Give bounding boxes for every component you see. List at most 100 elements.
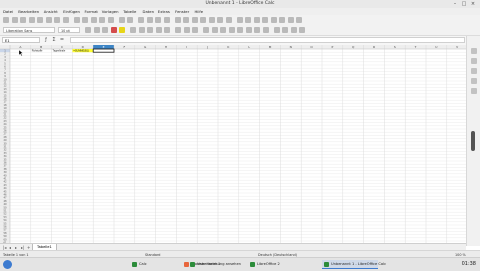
taskbar-item[interactable]: Unbenannt 1	[188, 260, 230, 269]
spreadsheet-grid[interactable]: A B C D E F G H I J K L M N O P Q R S T U V123456789101112131…	[0, 45, 466, 243]
menu-item-tabelle[interactable]: Tabelle	[123, 9, 136, 14]
menu-item-daten[interactable]: Daten	[143, 9, 154, 14]
align-center-icon[interactable]	[138, 27, 145, 33]
underline-icon[interactable]	[102, 27, 108, 33]
open-icon[interactable]	[20, 17, 26, 23]
column-header[interactable]: S	[394, 45, 396, 49]
menu-item-einf-gen[interactable]: Einfügen	[63, 9, 80, 14]
column-header[interactable]: H	[165, 45, 167, 49]
new-icon[interactable]	[3, 17, 9, 23]
print-icon[interactable]	[54, 17, 60, 23]
indent-inc-icon[interactable]	[254, 27, 260, 33]
menu-item-bearbeiten[interactable]: Bearbeiten	[18, 9, 39, 14]
properties-icon[interactable]	[471, 48, 477, 54]
menu-item-fenster[interactable]: Fenster	[175, 9, 189, 14]
column-header[interactable]: T	[414, 45, 417, 49]
delete-decimal-icon[interactable]	[245, 27, 252, 33]
menu-item-extras[interactable]: Extras	[158, 9, 170, 14]
formula-icon[interactable]: =	[59, 37, 65, 43]
find-icon[interactable]	[138, 17, 144, 23]
save-icon[interactable]	[28, 17, 35, 23]
valign-bottom-icon[interactable]	[192, 27, 198, 33]
styles-icon[interactable]	[471, 58, 477, 64]
template-icon[interactable]	[11, 17, 18, 23]
font-size-combo[interactable]: 10 pt	[58, 27, 80, 33]
menu-item-vorlagen[interactable]: Vorlagen	[102, 9, 119, 14]
percent-icon[interactable]	[211, 27, 218, 33]
taskbar-item[interactable]: Unbenannt 1 - LibreOffice Calc	[322, 260, 386, 269]
undo-icon[interactable]	[118, 17, 125, 23]
pdf-icon[interactable]	[45, 17, 52, 23]
define-print-area-icon[interactable]	[270, 17, 277, 23]
column-icon[interactable]	[163, 17, 170, 23]
formula-input[interactable]	[70, 37, 465, 43]
comment-icon[interactable]	[253, 17, 260, 23]
cut-icon[interactable]	[73, 17, 80, 23]
header-footer-icon[interactable]	[262, 17, 268, 23]
column-header[interactable]: R	[373, 45, 375, 49]
function-wizard-icon[interactable]: ƒ	[43, 37, 49, 43]
column-header[interactable]: F	[124, 45, 126, 49]
number-icon[interactable]	[220, 27, 226, 33]
redo-icon[interactable]	[127, 17, 133, 23]
menu-item-datei[interactable]: Datei	[3, 9, 13, 14]
spelling-icon[interactable]	[146, 17, 153, 23]
functions-icon[interactable]	[471, 88, 477, 94]
sort-desc-icon[interactable]	[191, 17, 198, 23]
column-header[interactable]: U	[435, 45, 437, 49]
cell-text[interactable]: =SUMME(B1)	[73, 50, 89, 53]
highlight-icon[interactable]	[119, 27, 125, 33]
column-header[interactable]: P	[331, 45, 333, 49]
vertical-scrollbar-thumb[interactable]	[471, 131, 475, 151]
date-icon[interactable]	[228, 27, 235, 33]
image-icon[interactable]	[208, 17, 215, 23]
column-header[interactable]: J	[206, 45, 208, 49]
currency-icon[interactable]	[203, 27, 209, 33]
minimize-icon[interactable]: –	[452, 1, 458, 7]
sum-icon[interactable]: Σ	[51, 37, 57, 43]
column-header[interactable]: I	[186, 45, 187, 49]
merge-icon[interactable]	[164, 27, 170, 33]
show-draw-icon[interactable]	[296, 17, 302, 23]
clear-icon[interactable]	[107, 17, 114, 23]
valign-top-icon[interactable]	[175, 27, 181, 33]
column-header[interactable]: N	[290, 45, 292, 49]
align-right-icon[interactable]	[147, 27, 153, 33]
bold-icon[interactable]	[85, 27, 91, 33]
row-icon[interactable]	[155, 17, 161, 23]
indent-dec-icon[interactable]	[262, 27, 269, 33]
split-icon[interactable]	[287, 17, 294, 23]
menu-item-ansicht[interactable]: Ansicht	[44, 9, 58, 14]
add-decimal-icon[interactable]	[237, 27, 243, 33]
align-left-icon[interactable]	[130, 27, 136, 33]
cell-text[interactable]: Tagesfinale	[53, 50, 66, 53]
border-style-icon[interactable]	[282, 27, 288, 33]
freeze-icon[interactable]	[279, 17, 285, 23]
hyperlink-icon[interactable]	[245, 17, 251, 23]
maximize-icon[interactable]: □	[461, 1, 467, 7]
conditional-icon[interactable]	[299, 27, 305, 33]
name-box[interactable]: E1	[2, 37, 40, 43]
navigator-icon[interactable]	[471, 78, 477, 84]
menu-item-format[interactable]: Format	[85, 9, 98, 14]
cell-cursor[interactable]	[92, 48, 115, 53]
font-color-icon[interactable]	[110, 27, 117, 33]
font-name-combo[interactable]: Liberation Sans	[3, 27, 55, 33]
taskbar-item[interactable]: Calc	[130, 260, 170, 269]
cell-text[interactable]: Rohstoffe	[32, 50, 43, 53]
column-header[interactable]: M	[269, 45, 272, 49]
pivot-icon[interactable]	[225, 17, 232, 23]
taskbar-item[interactable]: LibreOffice 2	[248, 260, 300, 269]
special-char-icon[interactable]	[236, 17, 243, 23]
gallery-icon[interactable]	[471, 68, 477, 74]
sort-icon[interactable]	[174, 17, 181, 23]
valign-center-icon[interactable]	[183, 27, 190, 33]
copy-icon[interactable]	[82, 17, 88, 23]
wrap-icon[interactable]	[155, 27, 162, 33]
sort-asc-icon[interactable]	[183, 17, 189, 23]
print-preview-icon[interactable]	[62, 17, 69, 23]
border-color-icon[interactable]	[290, 27, 297, 33]
borders-icon[interactable]	[273, 27, 280, 33]
menu-item-hilfe[interactable]: Hilfe	[194, 9, 203, 14]
close-icon[interactable]: ×	[470, 1, 476, 7]
